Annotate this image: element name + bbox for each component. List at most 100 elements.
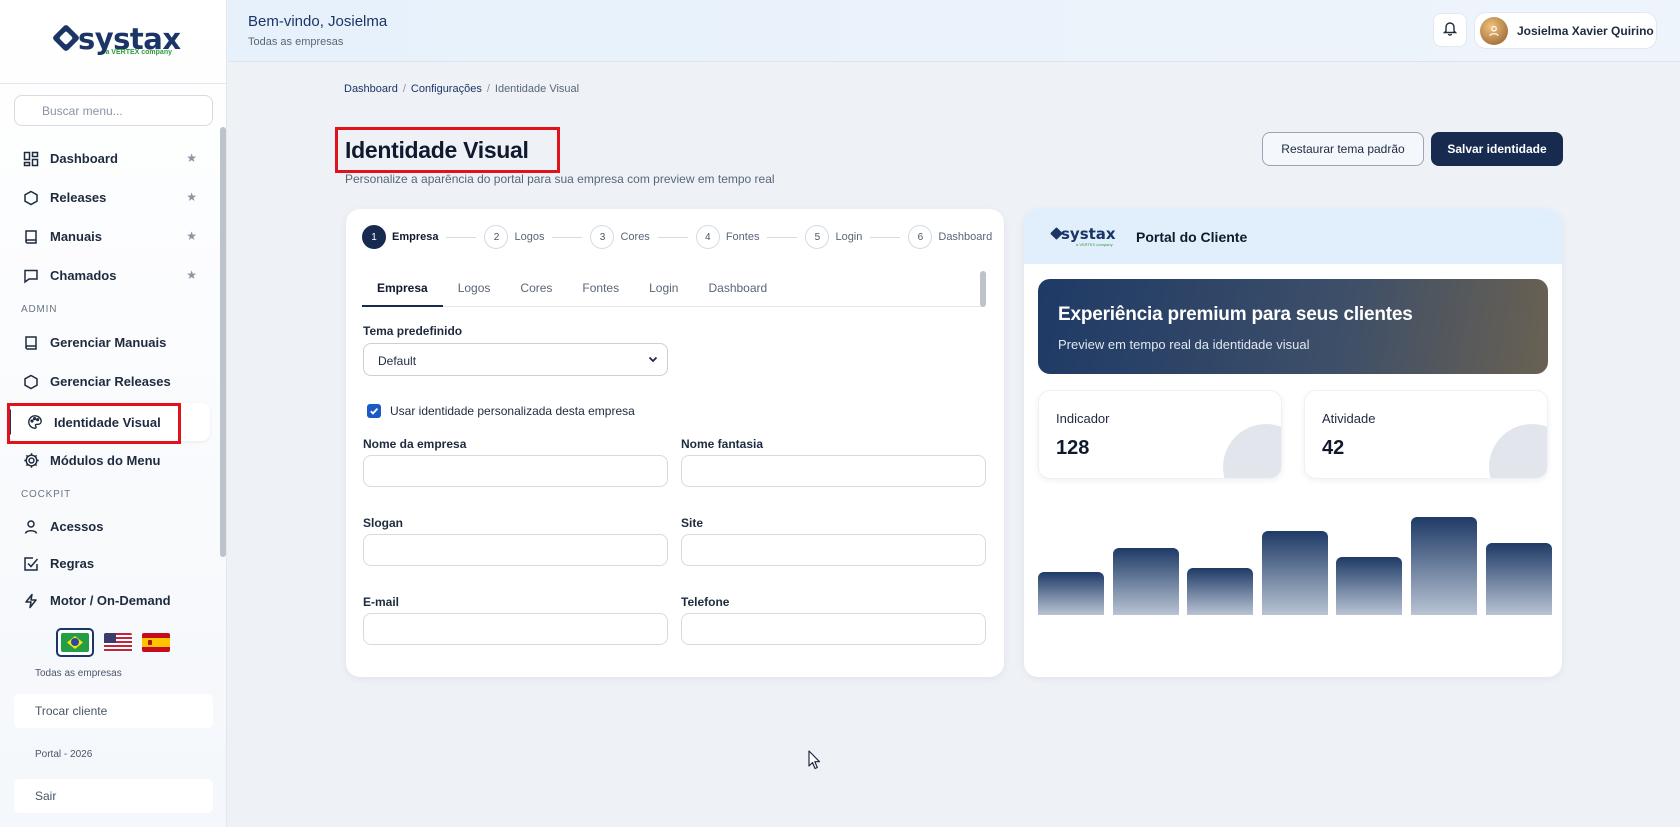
- logo-area: systax a VERTEX company: [0, 0, 226, 84]
- logo-subtitle: a VERTEX company: [105, 48, 172, 56]
- site-input[interactable]: [681, 534, 986, 566]
- language-selector: [56, 628, 170, 657]
- sidebar-item-label: Gerenciar Releases: [50, 374, 171, 389]
- step-logos[interactable]: 2 Logos: [484, 225, 544, 249]
- decorative-circle: [1489, 424, 1547, 478]
- bell-icon: [1442, 20, 1458, 41]
- star-icon[interactable]: ★: [186, 190, 197, 204]
- form-scrollbar-thumb[interactable]: [980, 271, 986, 307]
- section-cockpit: COCKPIT: [21, 489, 72, 500]
- site-label: Site: [681, 516, 704, 530]
- theme-select-value: Default: [378, 354, 417, 368]
- sidebar-item-gerenciar-manuais[interactable]: Gerenciar Manuais: [0, 323, 220, 362]
- save-identity-button[interactable]: Salvar identidade: [1431, 132, 1563, 166]
- notifications-button[interactable]: [1433, 13, 1467, 47]
- stat-card-atividade: Atividade 42: [1304, 390, 1548, 479]
- step-cores[interactable]: 3 Cores: [590, 225, 650, 249]
- preview-bar: [1485, 543, 1552, 615]
- sidebar-item-manuais[interactable]: Manuais ★: [0, 217, 220, 256]
- tab-logos[interactable]: Logos: [443, 271, 506, 307]
- form-tabs: Empresa Logos Cores Fontes Login Dashboa…: [362, 271, 984, 307]
- breadcrumb: Dashboard / Configurações / Identidade Visua…: [344, 83, 579, 95]
- slogan-label: Slogan: [363, 516, 404, 530]
- usa-flag-icon[interactable]: [104, 633, 132, 652]
- company-name-input[interactable]: [363, 455, 668, 487]
- star-icon[interactable]: ★: [186, 229, 197, 243]
- top-header: Bem-vindo, Josielma Todas as empresas Jo…: [228, 0, 1680, 62]
- step-dashboard[interactable]: 6 Dashboard: [908, 225, 992, 249]
- star-icon[interactable]: ★: [186, 268, 197, 282]
- breadcrumb-separator: /: [486, 83, 490, 95]
- trade-name-label: Nome fantasia: [681, 437, 764, 451]
- star-icon[interactable]: ★: [186, 151, 197, 165]
- tab-fontes[interactable]: Fontes: [567, 271, 634, 307]
- tab-empresa[interactable]: Empresa: [362, 271, 443, 307]
- sidebar-item-releases[interactable]: Releases ★: [0, 178, 220, 217]
- brazil-flag-icon: [61, 633, 89, 652]
- email-input[interactable]: [363, 613, 668, 645]
- step-connector: [870, 236, 901, 238]
- spain-flag-icon[interactable]: [142, 633, 170, 652]
- hexagon-icon: [22, 373, 40, 391]
- mouse-cursor-icon: [808, 750, 822, 775]
- stat-value: 128: [1056, 437, 1090, 459]
- tab-dashboard[interactable]: Dashboard: [693, 271, 782, 307]
- sidebar-item-label: Chamados: [50, 268, 117, 283]
- step-fontes[interactable]: 4 Fontes: [695, 225, 759, 249]
- company-scope-label: Todas as empresas: [35, 668, 122, 679]
- highlight-box-sidebar: [7, 403, 181, 444]
- tab-login[interactable]: Login: [634, 271, 693, 307]
- logout-button[interactable]: Sair: [14, 779, 213, 813]
- preview-card: systax a VERTEX company Portal do Client…: [1024, 209, 1562, 677]
- welcome-subtitle: Todas as empresas: [248, 36, 344, 48]
- stat-label: Indicador: [1056, 411, 1110, 426]
- custom-identity-checkbox[interactable]: [367, 404, 381, 418]
- user-icon: [1489, 25, 1499, 36]
- gear-icon: [22, 452, 40, 470]
- book-icon: [22, 228, 40, 246]
- breadcrumb-configuracoes[interactable]: Configurações: [411, 83, 482, 95]
- sidebar-item-label: Motor / On-Demand: [50, 593, 171, 608]
- phone-input[interactable]: [681, 613, 986, 645]
- tab-cores[interactable]: Cores: [505, 271, 567, 307]
- sidebar-item-label: Dashboard: [50, 151, 118, 166]
- sidebar-item-gerenciar-releases[interactable]: Gerenciar Releases: [0, 362, 220, 401]
- systax-logo[interactable]: systax a VERTEX company: [51, 22, 181, 62]
- sidebar-item-modulos-menu[interactable]: Módulos do Menu: [0, 441, 220, 480]
- custom-identity-row: Usar identidade personalizada desta empr…: [367, 404, 635, 418]
- sidebar-item-dashboard[interactable]: Dashboard ★: [0, 139, 220, 178]
- slogan-input[interactable]: [363, 534, 668, 566]
- welcome-title: Bem-vindo, Josielma: [248, 13, 388, 30]
- lightning-icon: [22, 592, 40, 610]
- switch-client-button[interactable]: Trocar cliente: [14, 694, 213, 728]
- checkmark-icon: [370, 407, 379, 415]
- theme-select[interactable]: Default: [363, 343, 668, 376]
- sidebar-item-motor-on-demand[interactable]: Motor / On-Demand: [0, 582, 220, 619]
- language-pt-br[interactable]: [56, 628, 94, 657]
- breadcrumb-dashboard[interactable]: Dashboard: [344, 83, 398, 95]
- step-connector: [446, 236, 477, 238]
- sidebar-scrollbar-thumb[interactable]: [220, 127, 226, 557]
- breadcrumb-separator: /: [402, 83, 406, 95]
- sidebar-item-acessos[interactable]: Acessos: [0, 508, 220, 545]
- hexagon-icon: [22, 189, 40, 207]
- company-name-label: Nome da empresa: [363, 437, 467, 451]
- user-name: Josielma Xavier Quirino: [1517, 23, 1654, 38]
- menu-search-input[interactable]: Buscar menu...: [14, 95, 213, 126]
- hero-title: Experiência premium para seus clientes: [1058, 304, 1413, 325]
- highlight-box-title: [335, 127, 560, 173]
- page-subtitle: Personalize a aparência do portal para s…: [345, 172, 775, 186]
- sidebar-item-regras[interactable]: Regras: [0, 545, 220, 582]
- sidebar-item-chamados[interactable]: Chamados ★: [0, 256, 220, 295]
- preview-logo: systax a VERTEX company: [1050, 225, 1116, 247]
- logo-mark-icon: [51, 23, 81, 52]
- step-login[interactable]: 5 Login: [805, 225, 862, 249]
- user-menu-button[interactable]: Josielma Xavier Quirino: [1474, 12, 1657, 49]
- trade-name-input[interactable]: [681, 455, 986, 487]
- identity-form-card: 1 Empresa 2 Logos 3 Cores 4 Fontes 5 Login 6D…: [346, 209, 1004, 677]
- stat-label: Atividade: [1322, 411, 1376, 426]
- hero-subtitle: Preview em tempo real da identidade visu…: [1058, 337, 1310, 352]
- step-empresa[interactable]: 1 Empresa: [362, 225, 438, 249]
- restore-theme-button[interactable]: Restaurar tema padrão: [1262, 132, 1424, 166]
- preview-bar: [1187, 568, 1254, 615]
